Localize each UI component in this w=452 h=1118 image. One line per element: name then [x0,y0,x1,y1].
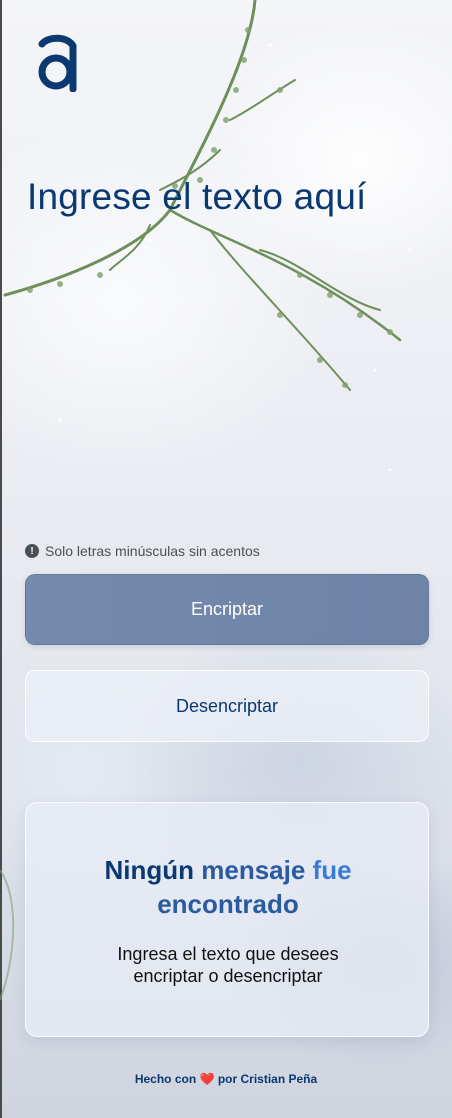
result-title-word-2: mensaje [201,855,313,885]
result-title-word-3: fue [312,855,352,885]
result-title-word-1: Ningún [104,855,202,885]
info-icon: ! [25,544,39,558]
result-title: Ningún mensaje fue encontrado [26,853,430,921]
result-message-line-1: Ingresa el texto que desees [117,944,339,964]
result-title-word-4: encontrado [157,889,299,919]
footer-author: por Cristian Peña [217,1072,318,1086]
hint-text: Solo letras minúsculas sin acentos [45,543,260,559]
input-hint: ! Solo letras minúsculas sin acentos [25,543,260,559]
decrypt-button[interactable]: Desencriptar [25,670,429,742]
result-message: Ingresa el texto que desees encriptar o … [26,943,430,987]
encrypt-button[interactable]: Encriptar [25,574,429,645]
footer-credit: Hecho con ❤️ por Cristian Peña [0,1072,452,1086]
text-input-placeholder[interactable]: Ingrese el texto aquí [27,176,366,218]
result-message-line-2: encriptar o desencriptar [133,966,323,986]
heart-icon: ❤️ [199,1072,215,1086]
window-edge [0,0,2,1118]
footer-prefix: Hecho con [134,1072,197,1086]
result-panel: Ningún mensaje fue encontrado Ingresa el… [25,802,429,1037]
alura-logo [38,34,77,92]
